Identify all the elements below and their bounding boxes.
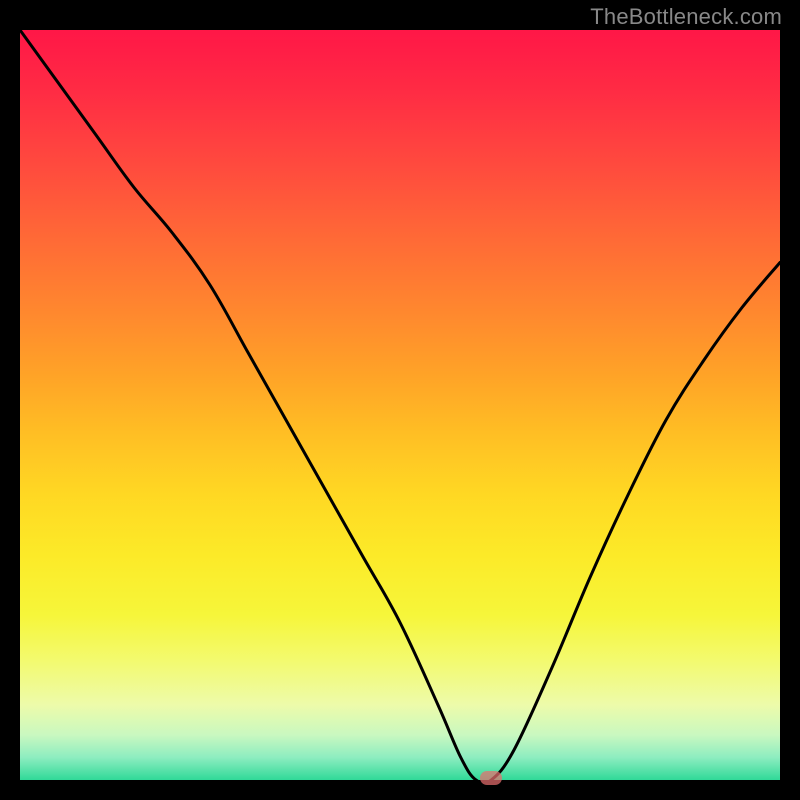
watermark-text: TheBottleneck.com [590, 4, 782, 30]
bottleneck-curve [20, 30, 780, 780]
chart-frame: TheBottleneck.com [0, 0, 800, 800]
optimal-point-marker [480, 771, 502, 785]
